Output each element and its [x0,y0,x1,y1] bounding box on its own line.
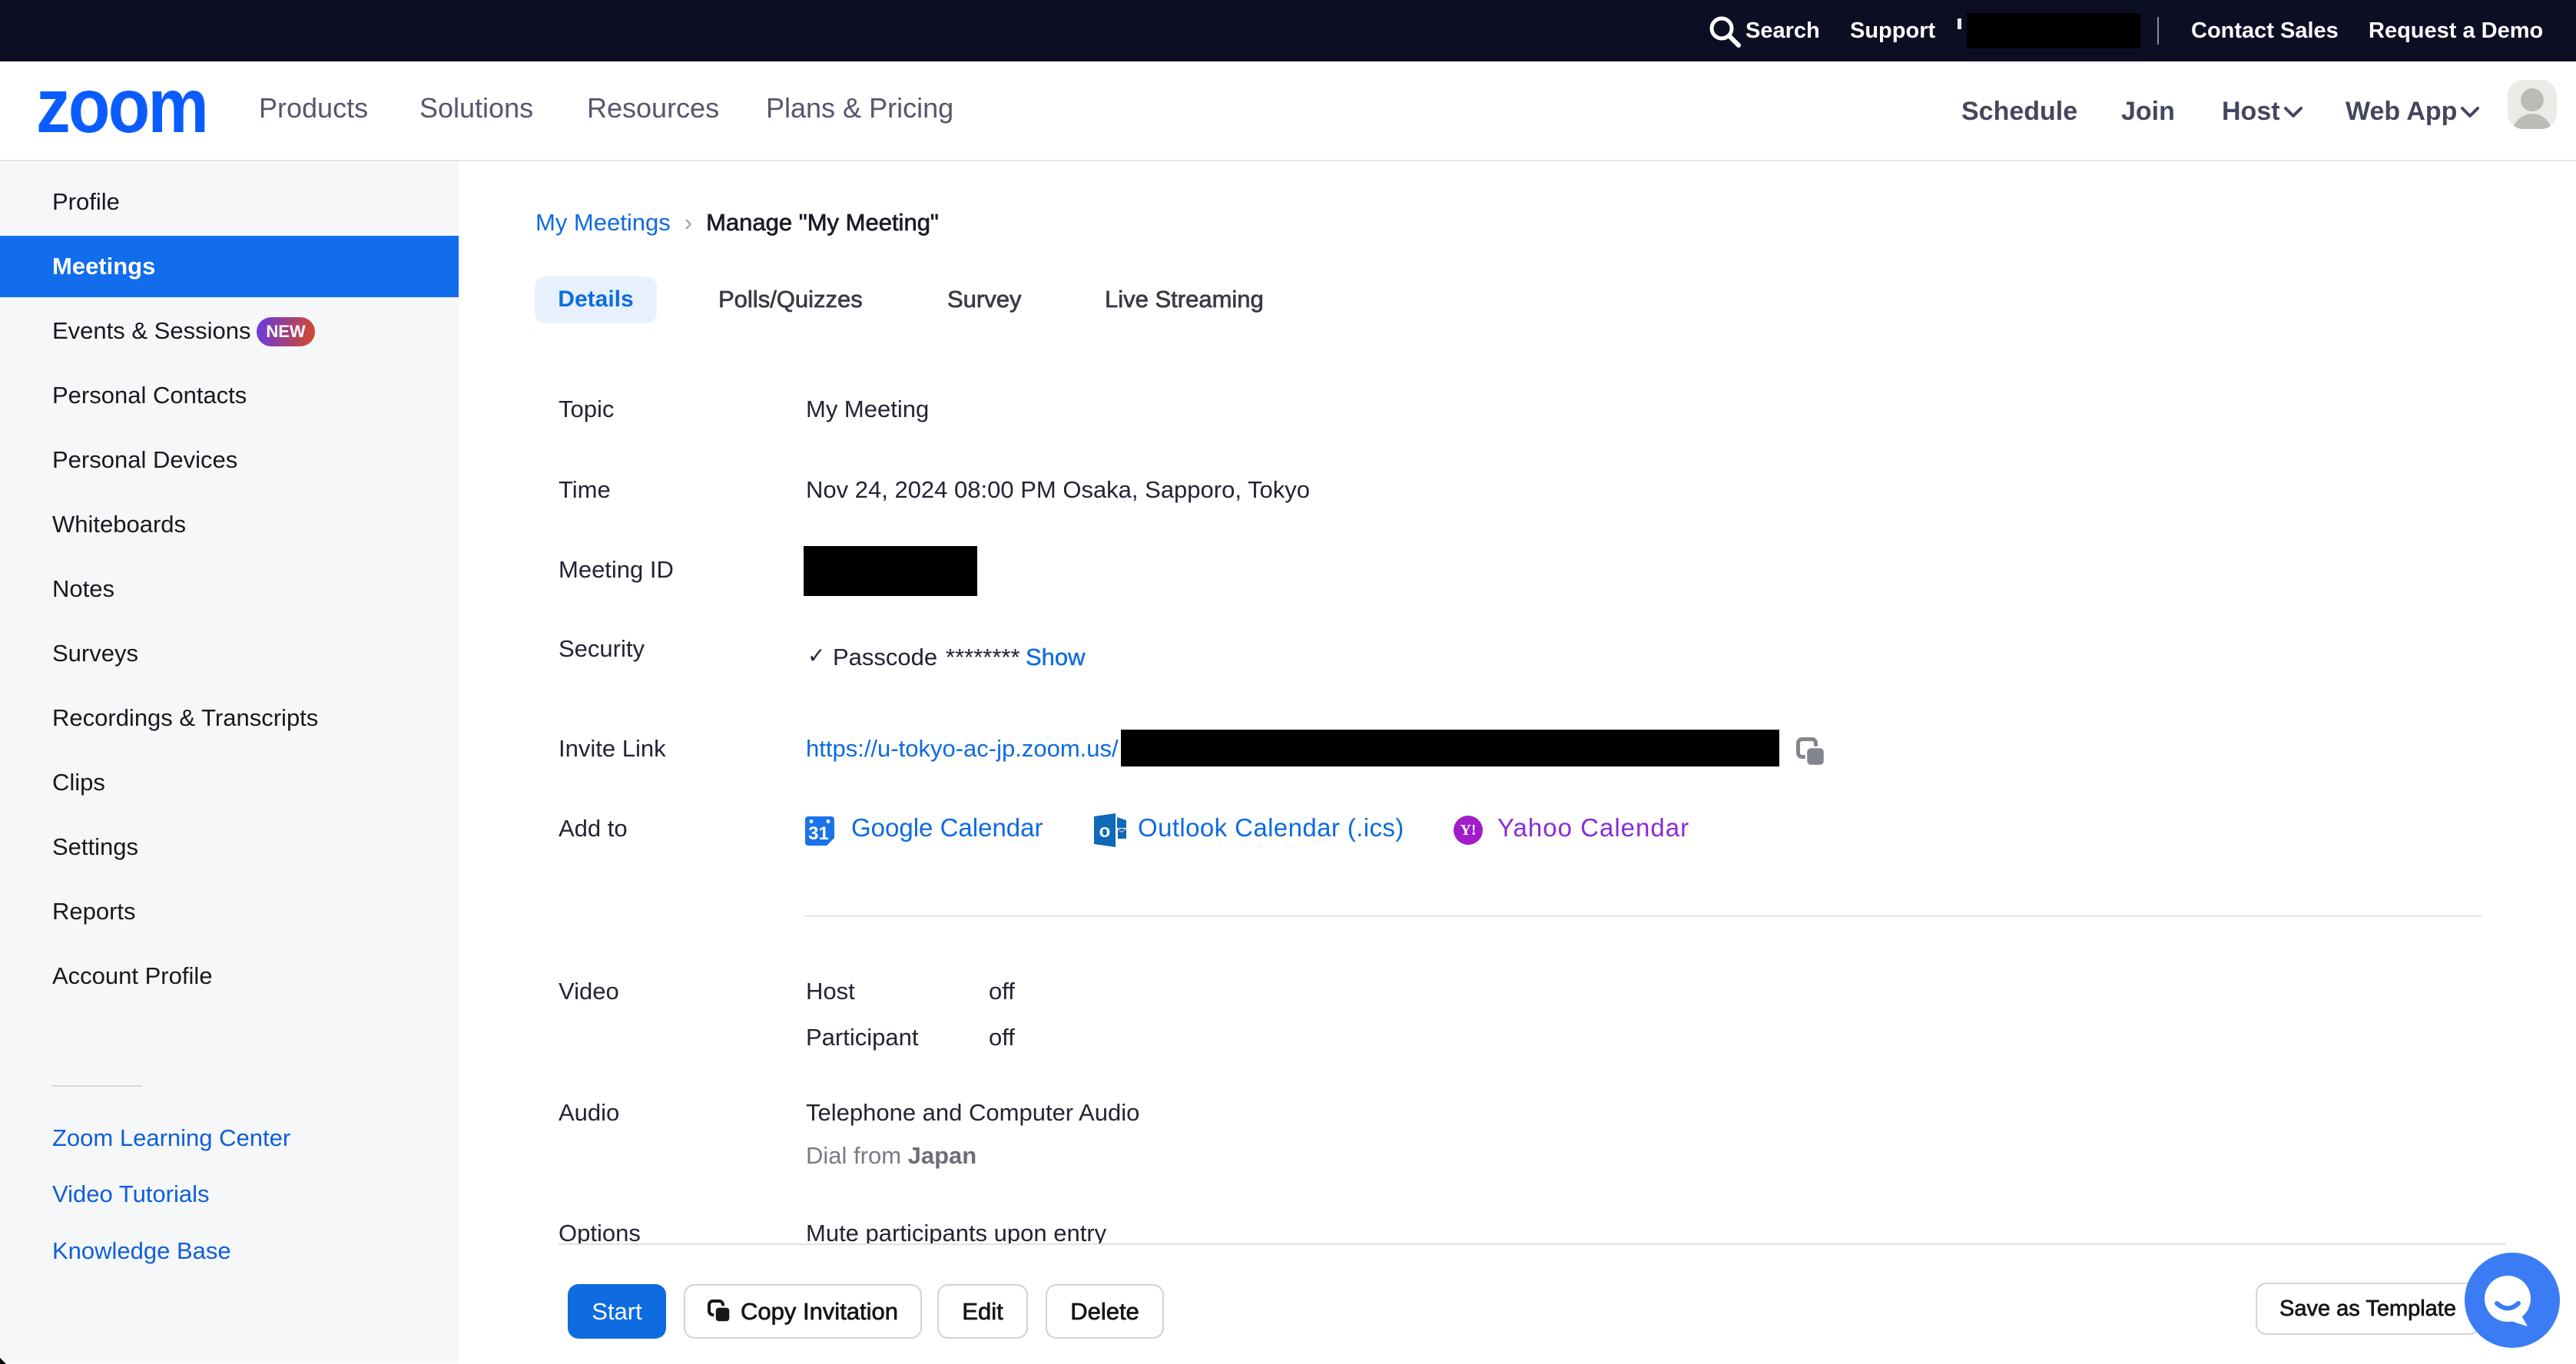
svg-text:o: o [1099,821,1111,842]
svg-text:31: 31 [808,823,829,844]
